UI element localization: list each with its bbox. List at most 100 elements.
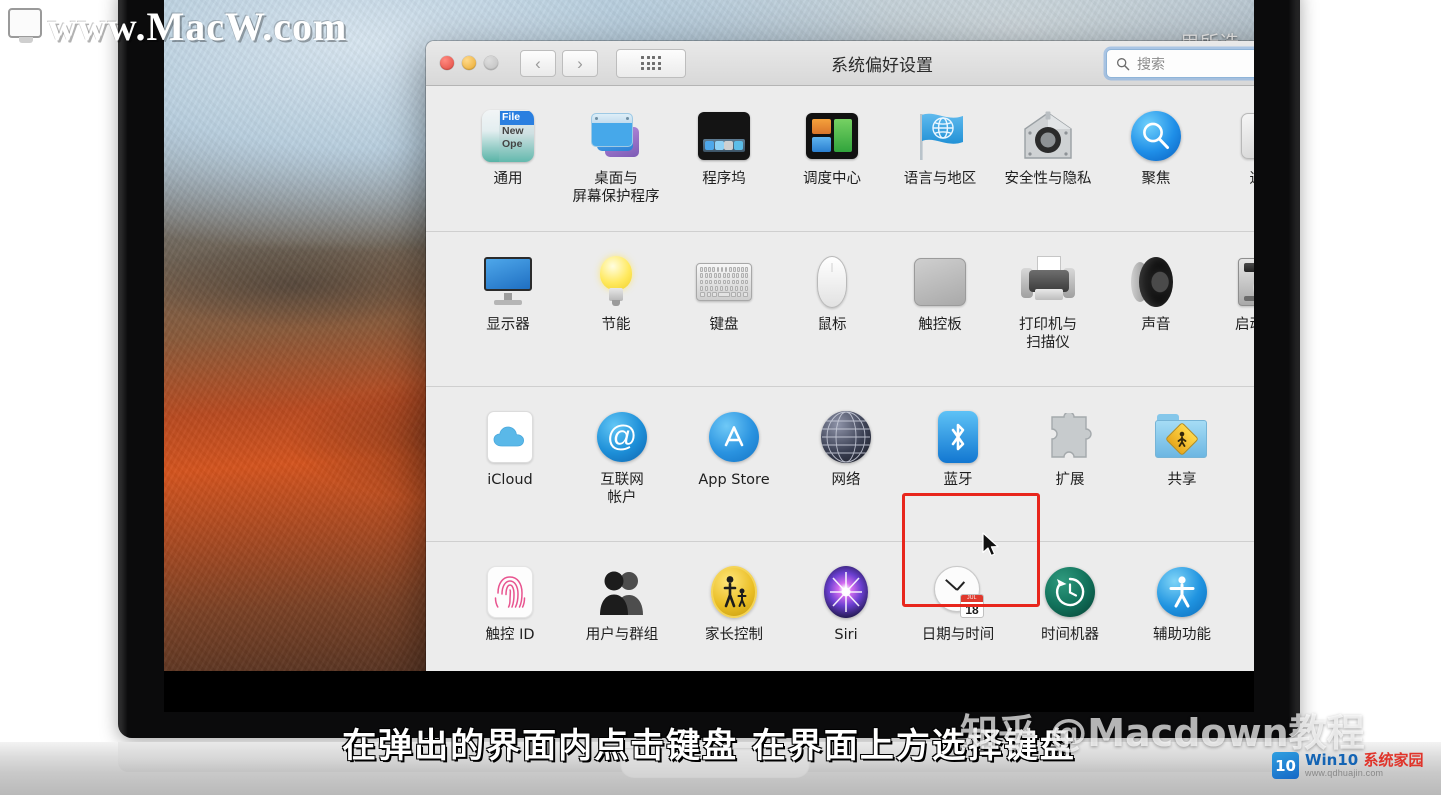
pref-pane-label: 蓝牙 (943, 472, 973, 488)
pref-pane-sharing[interactable]: 共享 (1126, 403, 1238, 490)
navigation-buttons: ‹ › (520, 49, 598, 77)
pref-pane-general[interactable]: File New Ope 通用 (454, 102, 562, 189)
pref-pane-printers-scanners[interactable]: 打印机与 扫描仪 (994, 248, 1102, 352)
pref-pane-label: 鼠标 (817, 317, 847, 333)
sound-icon (1128, 254, 1184, 310)
pref-pane-dock[interactable]: 程序坞 (670, 102, 778, 189)
macw-watermark: www.MacW.com (48, 4, 348, 49)
label-line-1: 互联网 (600, 472, 644, 488)
pref-pane-bluetooth[interactable]: 蓝牙 (902, 403, 1014, 490)
pref-pane-internet-accounts[interactable]: @ 互联网 帐户 (566, 403, 678, 507)
pref-pane-app-store[interactable]: App Store (678, 403, 790, 490)
pref-pane-spotlight[interactable]: 聚焦 (1102, 102, 1210, 189)
forward-button[interactable]: › (562, 49, 598, 77)
pref-pane-accessibility[interactable]: 辅助功能 (1126, 558, 1238, 645)
pref-pane-language-region[interactable]: 语言与地区 (886, 102, 994, 189)
pref-pane-startup-disk[interactable]: 启动磁盘 (1210, 248, 1254, 335)
pref-pane-label: 键盘 (709, 317, 739, 333)
date-time-icon: JUL 18 (930, 564, 986, 620)
pref-pane-touch-id[interactable]: 触控 ID (454, 558, 566, 645)
back-button[interactable]: ‹ (520, 49, 556, 77)
pane-row-internet: iCloud @ 互联网 帐户 App Store 网络 蓝牙 扩展 共享 (426, 387, 1254, 542)
traffic-lights (440, 56, 498, 70)
pref-pane-label: 互联网 帐户 (600, 472, 644, 507)
label-line-2: 扫描仪 (1026, 334, 1070, 351)
laptop-screen: 用所选 ‹ › 系统偏好设置 (164, 0, 1254, 712)
close-button[interactable] (440, 56, 454, 70)
printers-scanners-icon (1020, 254, 1076, 310)
minimize-button[interactable] (462, 56, 476, 70)
pref-pane-label: 时间机器 (1041, 627, 1099, 643)
screenshot-root: 用所选 ‹ › 系统偏好设置 (0, 0, 1441, 795)
win10-badge-url: www.qdhuajin.com (1305, 767, 1384, 778)
win10-badge-name-cn: 系统家园 (1363, 750, 1424, 769)
pref-pane-label: 用户与群组 (585, 627, 659, 643)
pref-pane-label: iCloud (487, 472, 533, 488)
internet-accounts-icon: @ (594, 409, 650, 465)
app-store-icon (706, 409, 762, 465)
pref-pane-label: 桌面与 屏幕保护程序 (573, 171, 660, 206)
startup-disk-icon (1236, 254, 1254, 310)
zoom-button[interactable] (484, 56, 498, 70)
pref-pane-icloud[interactable]: iCloud (454, 403, 566, 490)
general-icon-line2: New (502, 124, 524, 137)
pref-pane-label: 声音 (1141, 317, 1171, 333)
pref-pane-users-groups[interactable]: 用户与群组 (566, 558, 678, 645)
general-icon: File New Ope (480, 108, 536, 164)
pref-pane-label: 调度中心 (803, 171, 861, 187)
pref-pane-label: 扩展 (1055, 472, 1085, 488)
pref-pane-energy-saver[interactable]: 节能 (562, 248, 670, 335)
pref-pane-label: Siri (834, 627, 858, 643)
label-line-2: 帐户 (607, 489, 637, 506)
pref-pane-notifications[interactable]: 通知 (1210, 102, 1254, 189)
network-icon (818, 409, 874, 465)
pref-pane-desktop-screensaver[interactable]: 桌面与 屏幕保护程序 (562, 102, 670, 206)
icloud-icon (482, 409, 538, 465)
pref-pane-label: 打印机与 扫描仪 (1019, 317, 1077, 352)
grid-dots-icon (641, 56, 661, 70)
parental-controls-icon (706, 564, 762, 620)
language-region-icon (912, 108, 968, 164)
pref-pane-trackpad[interactable]: 触控板 (886, 248, 994, 335)
users-groups-icon (594, 564, 650, 620)
trackpad-icon (912, 254, 968, 310)
search-field[interactable]: 搜索 (1106, 49, 1254, 78)
preference-panes: File New Ope 通用 桌面与 屏幕保护程序 程序坞 调度中心 语言与地… (426, 86, 1254, 692)
pref-pane-label: 节能 (601, 317, 631, 333)
label-line-2: 屏幕保护程序 (572, 188, 660, 205)
win10-badge-title: Win10 系统家园 (1305, 750, 1424, 769)
pref-pane-sound[interactable]: 声音 (1102, 248, 1210, 335)
pref-pane-label: App Store (698, 472, 770, 488)
dock-icon (696, 108, 752, 164)
pref-pane-label: 家长控制 (705, 627, 763, 643)
desktop-screensaver-icon (588, 108, 644, 164)
label-line-1: 桌面与 (594, 171, 638, 187)
pref-pane-network[interactable]: 网络 (790, 403, 902, 490)
show-all-button[interactable] (616, 48, 686, 78)
pref-pane-label: 日期与时间 (921, 627, 995, 643)
pane-row-hardware: 显示器 节能 键盘 鼠标 触控板 打印机与 扫描仪 声音 启 (426, 232, 1254, 607)
pref-pane-label: 聚焦 (1141, 171, 1171, 187)
pref-pane-mouse[interactable]: 鼠标 (778, 248, 886, 335)
pref-pane-security-privacy[interactable]: 安全性与隐私 (994, 102, 1102, 189)
pref-pane-label: 共享 (1167, 472, 1197, 488)
pref-pane-extensions[interactable]: 扩展 (1014, 403, 1126, 490)
pref-pane-label: 通知 (1250, 171, 1255, 189)
pref-pane-siri[interactable]: Siri (790, 558, 902, 645)
spotlight-icon (1128, 108, 1184, 164)
win10-badge-name: Win10 (1305, 750, 1359, 769)
keyboard-icon (696, 254, 752, 310)
search-icon (1117, 57, 1130, 70)
pref-pane-keyboard[interactable]: 键盘 (670, 248, 778, 335)
mouse-cursor-icon (982, 532, 999, 557)
pref-pane-time-machine[interactable]: 时间机器 (1014, 558, 1126, 645)
energy-saver-icon (588, 254, 644, 310)
pref-pane-label: 安全性与隐私 (1004, 171, 1092, 187)
siri-icon (818, 564, 874, 620)
pref-pane-mission-control[interactable]: 调度中心 (778, 102, 886, 189)
zhihu-watermark: 知乎 @Macdown教程 (960, 711, 1365, 755)
pref-pane-label: 通用 (493, 171, 523, 187)
pref-pane-date-time[interactable]: JUL 18 日期与时间 (902, 558, 1014, 645)
pref-pane-parental-controls[interactable]: 家长控制 (678, 558, 790, 645)
pref-pane-displays[interactable]: 显示器 (454, 248, 562, 335)
